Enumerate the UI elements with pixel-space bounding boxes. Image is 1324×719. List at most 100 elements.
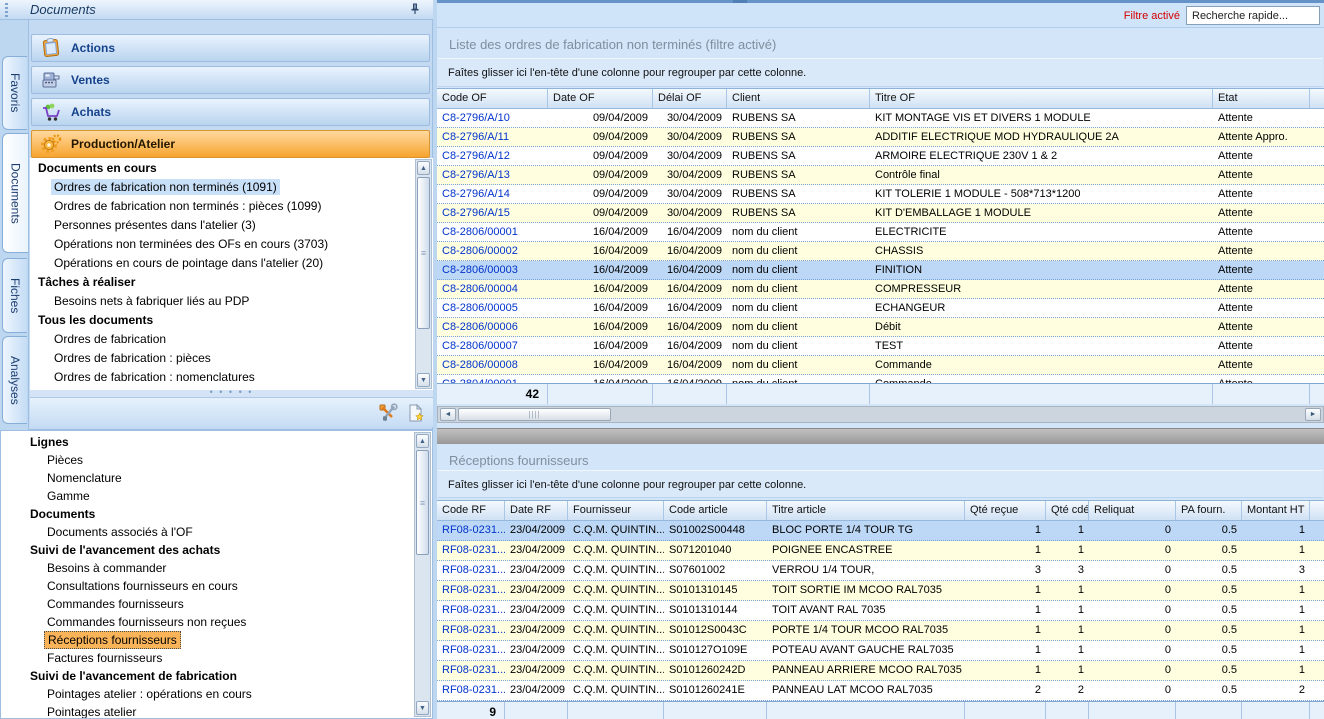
tree-item-documents-associes-a-l-of[interactable]: Documents associés à l'OF <box>1 523 415 541</box>
cell: C8-2806/00005 <box>437 299 548 317</box>
table-row[interactable]: C8-2806/0000616/04/200916/04/2009nom du … <box>437 318 1324 337</box>
scrollbar-thumb[interactable]: |||| <box>458 408 611 421</box>
table-row[interactable]: C8-2796/A/1209/04/200930/04/2009RUBENS S… <box>437 147 1324 166</box>
column-header-code-of[interactable]: Code OF <box>437 89 548 108</box>
tree-scrollbar[interactable]: ▲ ≡ ▼ <box>414 432 431 717</box>
table-row[interactable]: C8-2806/0000316/04/200916/04/2009nom du … <box>437 261 1324 280</box>
table-row[interactable]: C8-2806/0000216/04/200916/04/2009nom du … <box>437 242 1324 261</box>
drag-grip-icon[interactable] <box>5 3 8 17</box>
cell: nom du client <box>727 223 870 241</box>
table-row[interactable]: RF08-0231...23/04/2009C.Q.M. QUINTIN...S… <box>437 681 1324 701</box>
table-row[interactable]: C8-2806/0000816/04/200916/04/2009nom du … <box>437 356 1324 375</box>
cell: ECHANGEUR <box>870 299 1213 317</box>
cell: 16/04/2009 <box>653 318 727 336</box>
table-row[interactable]: C8-2806/0000716/04/200916/04/2009nom du … <box>437 337 1324 356</box>
tab-fiches[interactable]: Fiches <box>2 258 27 333</box>
column-header-qte-cdee[interactable]: Qté cdée <box>1046 501 1089 520</box>
tree-item-ordres-de-fabrication-nomenclatures[interactable]: Ordres de fabrication : nomenclatures <box>30 368 433 387</box>
scrollbar-thumb[interactable]: ≡ <box>417 177 430 329</box>
tree-item-commandes-fournisseurs[interactable]: Commandes fournisseurs <box>1 595 415 613</box>
column-header-code-article[interactable]: Code article <box>664 501 767 520</box>
pin-icon[interactable] <box>409 3 421 15</box>
table-row[interactable]: RF08-0231...23/04/2009C.Q.M. QUINTIN...S… <box>437 601 1324 621</box>
tree-item-receptions-fournisseurs[interactable]: Réceptions fournisseurs <box>1 631 415 649</box>
accordion-ventes[interactable]: Ventes <box>31 66 430 94</box>
column-header-titre-of[interactable]: Titre OF <box>870 89 1213 108</box>
tree-item-pointages-atelier-operations-en-cours[interactable]: Pointages atelier : opérations en cours <box>1 685 415 703</box>
scroll-up-button[interactable]: ▲ <box>416 434 429 448</box>
tree-item-commandes-fournisseurs-non-recues[interactable]: Commandes fournisseurs non reçues <box>1 613 415 631</box>
table-row[interactable]: C8-2806/0000516/04/200916/04/2009nom du … <box>437 299 1324 318</box>
tab-documents[interactable]: Documents <box>2 133 28 253</box>
cell: Attente <box>1213 299 1310 317</box>
tree-item-ordres-de-fabrication-pieces[interactable]: Ordres de fabrication : pièces <box>30 349 433 368</box>
new-document-icon[interactable] <box>405 403 425 423</box>
tree-item-pointages-atelier[interactable]: Pointages atelier <box>1 703 415 718</box>
tree-item-ordres-de-fabrication-non-termines-piece[interactable]: Ordres de fabrication non terminés : piè… <box>30 197 433 216</box>
column-header-delai-of[interactable]: Délai OF <box>653 89 727 108</box>
tree-item-ordres-de-fabrication[interactable]: Ordres de fabrication <box>30 330 433 349</box>
table-row[interactable]: C8-2796/A/1309/04/200930/04/2009RUBENS S… <box>437 166 1324 185</box>
scroll-down-button[interactable]: ▼ <box>417 373 430 387</box>
table-row[interactable]: C8-2804/0000116/04/200916/04/2009nom du … <box>437 375 1324 383</box>
column-header-qte-recue[interactable]: Qté reçue <box>965 501 1046 520</box>
column-header-date-rf[interactable]: Date RF <box>505 501 568 520</box>
column-header-titre-article[interactable]: Titre article <box>767 501 965 520</box>
scroll-left-button[interactable]: ◄ <box>440 408 456 421</box>
accordion-achats[interactable]: Achats <box>31 98 430 126</box>
table-row[interactable]: C8-2806/0000416/04/200916/04/2009nom du … <box>437 280 1324 299</box>
tree-item-pieces[interactable]: Pièces <box>1 451 415 469</box>
cell: 09/04/2009 <box>548 109 653 127</box>
table-row[interactable]: C8-2796/A/1009/04/200930/04/2009RUBENS S… <box>437 109 1324 128</box>
table-row[interactable]: RF08-0231...23/04/2009C.Q.M. QUINTIN...S… <box>437 621 1324 641</box>
accordion-production-atelier[interactable]: Production/Atelier <box>31 130 430 158</box>
table-row[interactable]: C8-2796/A/1109/04/200930/04/2009RUBENS S… <box>437 128 1324 147</box>
horizontal-scrollbar[interactable]: ◄ |||| ► <box>437 406 1324 423</box>
tree-item-personnes-presentes-dans-l-atelier-3[interactable]: Personnes présentes dans l'atelier (3) <box>30 216 433 235</box>
panels-splitter[interactable] <box>437 428 1324 444</box>
table-row[interactable]: RF08-0231...23/04/2009C.Q.M. QUINTIN...S… <box>437 641 1324 661</box>
tools-icon[interactable] <box>378 403 398 423</box>
cell: PANNEAU ARRIERE MCOO RAL7035 <box>767 661 965 680</box>
cell: 16/04/2009 <box>548 356 653 374</box>
tab-favoris[interactable]: Favoris <box>2 56 27 130</box>
column-header-code-rf[interactable]: Code RF <box>437 501 505 520</box>
scroll-up-button[interactable]: ▲ <box>417 161 430 175</box>
column-header-montant-ht[interactable]: Montant HT <box>1242 501 1310 520</box>
tree-item-besoins-a-commander[interactable]: Besoins à commander <box>1 559 415 577</box>
tree-item-operations-en-cours-de-pointage-dans-l-a[interactable]: Opérations en cours de pointage dans l'a… <box>30 254 433 273</box>
table-row[interactable]: RF08-0231...23/04/2009C.Q.M. QUINTIN...S… <box>437 581 1324 601</box>
column-header-reliquat[interactable]: Reliquat <box>1089 501 1176 520</box>
tree-scrollbar[interactable]: ▲ ≡ ▼ <box>415 159 432 389</box>
scrollbar-thumb[interactable]: ≡ <box>416 450 429 555</box>
column-header-etat[interactable]: Etat <box>1213 89 1310 108</box>
panel-splitter[interactable]: • • • • • <box>30 390 433 397</box>
scroll-down-button[interactable]: ▼ <box>416 701 429 715</box>
table-row[interactable]: RF08-0231...23/04/2009C.Q.M. QUINTIN...S… <box>437 561 1324 581</box>
column-header-fournisseur[interactable]: Fournisseur <box>568 501 664 520</box>
tree-item-operations-non-terminees-des-ofs-en-cour[interactable]: Opérations non terminées des OFs en cour… <box>30 235 433 254</box>
tree-item-factures-fournisseurs[interactable]: Factures fournisseurs <box>1 649 415 667</box>
column-header-client[interactable]: Client <box>727 89 870 108</box>
cell: Attente <box>1213 204 1310 222</box>
quick-search-input[interactable] <box>1186 6 1320 25</box>
scroll-right-button[interactable]: ► <box>1305 408 1321 421</box>
accordion-actions[interactable]: Actions <box>31 34 430 62</box>
column-header-pa-fourn[interactable]: PA fourn. <box>1176 501 1242 520</box>
table-row[interactable]: C8-2796/A/1409/04/200930/04/2009RUBENS S… <box>437 185 1324 204</box>
footer-cell <box>727 384 870 404</box>
tree-item-nomenclature[interactable]: Nomenclature <box>1 469 415 487</box>
tree-item-ordres-de-fabrication-non-termines-1091[interactable]: Ordres de fabrication non terminés (1091… <box>30 178 433 197</box>
table-row[interactable]: RF08-0231...23/04/2009C.Q.M. QUINTIN...S… <box>437 541 1324 561</box>
table-row[interactable]: RF08-0231...23/04/2009C.Q.M. QUINTIN...S… <box>437 661 1324 681</box>
cell: 1 <box>1046 541 1089 560</box>
tab-analyses[interactable]: Analyses <box>2 336 27 424</box>
tree-item-besoins-nets-a-fabriquer-lies-au-pdp[interactable]: Besoins nets à fabriquer liés au PDP <box>30 292 433 311</box>
table-row[interactable]: C8-2796/A/1509/04/200930/04/2009RUBENS S… <box>437 204 1324 223</box>
cell: 09/04/2009 <box>548 185 653 203</box>
column-header-date-of[interactable]: Date OF <box>548 89 653 108</box>
tree-item-consultations-fournisseurs-en-cours[interactable]: Consultations fournisseurs en cours <box>1 577 415 595</box>
table-row[interactable]: RF08-0231...23/04/2009C.Q.M. QUINTIN...S… <box>437 521 1324 541</box>
tree-item-gamme[interactable]: Gamme <box>1 487 415 505</box>
table-row[interactable]: C8-2806/0000116/04/200916/04/2009nom du … <box>437 223 1324 242</box>
